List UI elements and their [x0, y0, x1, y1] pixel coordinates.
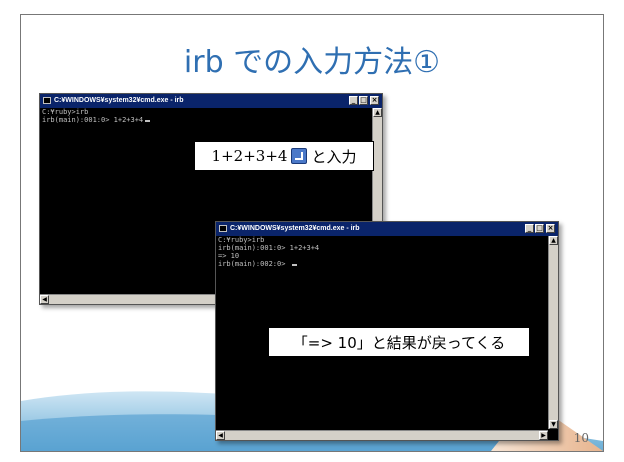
slide-title: irb での入力方法①: [183, 45, 441, 80]
slide: irb での入力方法① C:¥WINDOWS¥system32¥cmd.exe …: [20, 14, 604, 452]
vertical-scrollbar[interactable]: ▲ ▼: [548, 236, 558, 429]
console-line-text: irb(main):001:0> 1+2+3+4: [42, 116, 144, 124]
window-title-bar[interactable]: C:¥WINDOWS¥system32¥cmd.exe - irb _ □ ×: [40, 94, 382, 108]
app-icon: [219, 225, 227, 232]
scroll-left-arrow-icon[interactable]: ◀: [40, 295, 49, 304]
minimize-button[interactable]: _: [349, 96, 358, 105]
callout-input-hint: 1+2+3+4 と入力: [194, 141, 374, 171]
callout-result-text: 「=> 10」と結果が戻ってくる: [292, 333, 506, 352]
close-button[interactable]: ×: [370, 96, 379, 105]
window-title-bar[interactable]: C:¥WINDOWS¥system32¥cmd.exe - irb _ □ ×: [216, 222, 558, 236]
window-title: C:¥WINDOWS¥system32¥cmd.exe - irb: [230, 225, 360, 232]
console-line: irb(main):002:0>: [218, 260, 319, 268]
close-button[interactable]: ×: [546, 224, 555, 233]
console-line: irb(main):001:0> 1+2+3+4: [42, 116, 151, 124]
console-output[interactable]: C:¥ruby>irb irb(main):001:0> 1+2+3+4 => 10…: [218, 236, 319, 268]
scroll-down-arrow-icon[interactable]: ▼: [549, 420, 558, 429]
console-line: C:¥ruby>irb: [42, 108, 89, 116]
scroll-up-arrow-icon[interactable]: ▲: [373, 108, 382, 117]
scroll-left-arrow-icon[interactable]: ◀: [216, 431, 225, 440]
scroll-up-arrow-icon[interactable]: ▲: [549, 236, 558, 245]
maximize-button[interactable]: □: [359, 96, 368, 105]
console-line: => 10: [218, 252, 240, 260]
horizontal-scrollbar[interactable]: ◀ ▶: [216, 430, 548, 440]
console-output[interactable]: C:¥ruby>irb irb(main):001:0> 1+2+3+4: [42, 108, 151, 124]
maximize-button[interactable]: □: [535, 224, 544, 233]
text-cursor: [145, 120, 151, 122]
callout-result-hint: 「=> 10」と結果が戻ってくる: [268, 327, 530, 357]
console-line-text: irb(main):002:0>: [218, 260, 290, 268]
callout-expression: 1+2+3+4: [211, 147, 288, 165]
console-line: irb(main):001:0> 1+2+3+4: [218, 244, 320, 252]
window-title: C:¥WINDOWS¥system32¥cmd.exe - irb: [54, 97, 184, 104]
page-number: 10: [573, 431, 589, 445]
enter-key-icon: [291, 148, 308, 164]
console-line: C:¥ruby>irb: [218, 236, 265, 244]
minimize-button[interactable]: _: [525, 224, 534, 233]
app-icon: [43, 97, 51, 104]
text-cursor: [291, 264, 297, 266]
scroll-right-arrow-icon[interactable]: ▶: [539, 431, 548, 440]
callout-suffix: と入力: [311, 147, 357, 166]
